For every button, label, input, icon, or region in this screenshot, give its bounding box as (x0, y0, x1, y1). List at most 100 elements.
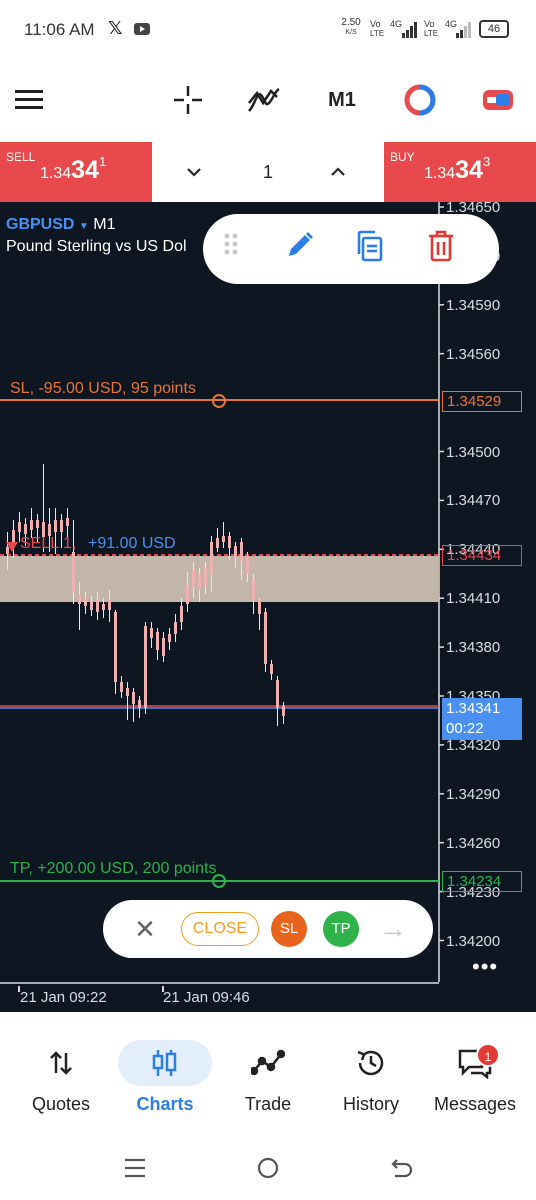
candle-body (156, 632, 159, 650)
chevron-down-icon[interactable] (180, 158, 208, 186)
candle-body (36, 520, 39, 528)
chevron-up-icon[interactable] (324, 158, 352, 186)
candle-body (24, 524, 27, 534)
candle-body (30, 520, 33, 530)
candle-body (144, 626, 147, 708)
candle-body (210, 542, 213, 574)
candle-body (204, 568, 207, 586)
price-tick: 1.34470 (446, 492, 501, 510)
indicators-icon[interactable] (244, 80, 284, 120)
pencil-icon[interactable] (285, 230, 323, 268)
candle-body (234, 546, 237, 558)
copy-icon[interactable] (355, 230, 393, 268)
candle-body (282, 706, 285, 716)
lot-selector: 1 (152, 142, 384, 202)
price-chart[interactable]: GBPUSD ▼ M1 Pound Sterling vs US Dol 1.3… (0, 202, 536, 1012)
candle-body (192, 570, 195, 588)
candle-body (240, 542, 243, 562)
candle-body (72, 552, 75, 592)
price-tick: 1.34500 (446, 443, 501, 461)
candle-body (90, 602, 93, 610)
sell-line-label: SELL 1, (20, 535, 77, 552)
lot-value[interactable]: 1 (252, 162, 284, 183)
nav-messages[interactable]: 1 Messages (425, 1038, 525, 1122)
candle-body (216, 538, 219, 548)
position-band (0, 556, 439, 602)
trade-toggle-icon[interactable] (478, 80, 518, 120)
system-navigation (0, 1132, 536, 1200)
price-tick: 1.34380 (446, 639, 501, 657)
tp-price-tag: 1.34234 (442, 871, 522, 892)
net-speed: 2.50 K/S (341, 17, 361, 37)
nav-label: Charts (136, 1094, 194, 1114)
chart-symbol[interactable]: GBPUSD ▼ M1 (6, 216, 116, 234)
timeframe-button[interactable]: M1 (322, 80, 362, 120)
recents-icon[interactable] (120, 1154, 150, 1182)
trash-icon[interactable] (427, 230, 465, 268)
price-tick: 1.34260 (446, 834, 501, 852)
nav-quotes[interactable]: Quotes (11, 1038, 111, 1122)
trade-icon (218, 1038, 318, 1088)
symbol-description: Pound Sterling vs US Dol (6, 238, 187, 255)
position-action-bar: ✕ CLOSE SL TP → (103, 900, 433, 958)
close-icon[interactable]: ✕ (133, 914, 157, 944)
candle-body (222, 536, 225, 542)
tp-line-label: TP, +200.00 USD, 200 points (10, 860, 217, 877)
candle-body (96, 600, 99, 612)
drag-handle-icon[interactable] (221, 230, 259, 268)
crosshair-icon[interactable] (168, 80, 208, 120)
status-bar: 11:06 AM 𝕏 2.50 K/S Vo LTE 4G Vo LTE 4G … (0, 0, 536, 62)
sell-price: 1.34341 (40, 154, 107, 184)
candle-body (54, 520, 57, 532)
buy-price: 1.34343 (424, 154, 491, 184)
close-position-button[interactable]: CLOSE (181, 912, 259, 946)
back-icon[interactable] (387, 1154, 417, 1182)
chart-type-icon[interactable] (400, 80, 440, 120)
nav-charts[interactable]: Charts (115, 1038, 215, 1122)
status-time: 11:06 AM (24, 20, 95, 39)
price-tick: 1.34290 (446, 785, 501, 803)
candle-body (252, 580, 255, 600)
bottom-navigation: Quotes Charts Trade History 1 Messages (0, 1012, 536, 1132)
candle-body (60, 520, 63, 532)
candle-body (270, 664, 273, 674)
candle-body (174, 622, 177, 634)
time-tick: 21 Jan 09:22 (20, 989, 107, 1006)
battery-icon: 46 (479, 20, 509, 38)
hamburger-icon[interactable] (12, 80, 48, 120)
x-logo-icon: 𝕏 (108, 18, 123, 38)
candle-body (180, 606, 183, 622)
nav-label: Messages (433, 1094, 517, 1114)
candle-body (78, 594, 81, 604)
youtube-icon (134, 23, 150, 35)
nav-label: Trade (244, 1094, 292, 1114)
candle-body (126, 688, 129, 696)
candle-body (258, 600, 261, 614)
set-tp-button[interactable]: TP (323, 911, 359, 947)
history-icon (321, 1038, 421, 1088)
charts-icon (115, 1038, 215, 1088)
buy-button[interactable]: BUY 1.34343 (384, 142, 536, 202)
sell-button[interactable]: SELL 1.34341 (0, 142, 152, 202)
sell-line-pnl: +91.00 USD (88, 535, 176, 552)
more-options-icon[interactable]: ••• (472, 954, 498, 980)
set-sl-button[interactable]: SL (271, 911, 307, 947)
candle-body (6, 547, 9, 554)
messages-icon (425, 1038, 525, 1088)
home-icon[interactable] (253, 1154, 283, 1182)
nav-trade[interactable]: Trade (218, 1038, 318, 1122)
sl-price-tag: 1.34529 (442, 391, 522, 412)
candle-body (18, 522, 21, 532)
sim2-volte: Vo LTE (424, 19, 439, 39)
candle-body (102, 604, 105, 610)
price-tick: 1.34560 (446, 345, 501, 363)
price-tick: 1.34410 (446, 590, 501, 608)
nav-history[interactable]: History (321, 1038, 421, 1122)
arrow-right-icon[interactable]: → (375, 914, 411, 944)
sell-price-tag: 1.34434 (442, 545, 522, 566)
candle-body (186, 586, 189, 604)
sim1-network: 4G (390, 19, 403, 29)
candle-body (162, 638, 165, 656)
quotes-icon (11, 1038, 111, 1088)
one-click-trade-bar: SELL 1.34341 1 BUY 1.34343 (0, 142, 536, 202)
